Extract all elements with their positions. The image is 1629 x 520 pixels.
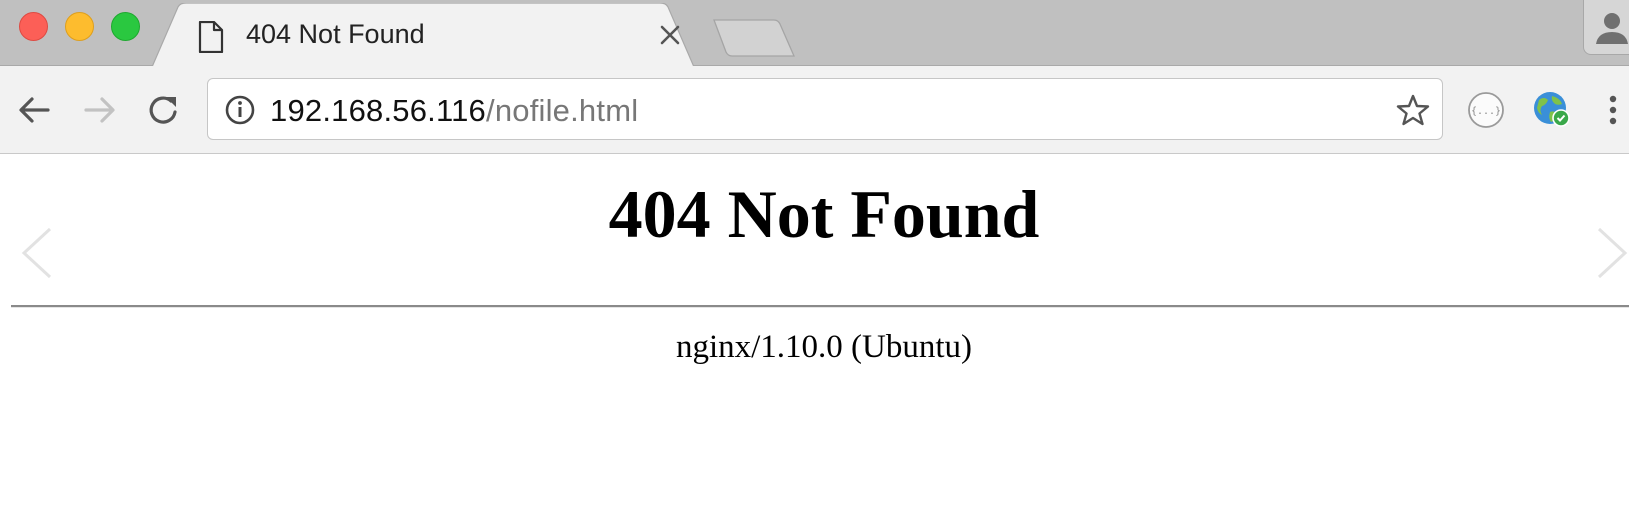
tab-strip: 404 Not Found [0,0,1629,67]
profile-button[interactable] [1583,0,1629,55]
url-text: 192.168.56.116/nofile.html [270,93,638,129]
tab-title: 404 Not Found [246,19,425,49]
info-icon[interactable] [224,94,256,126]
svg-text:{...}: {...} [1471,106,1501,117]
forward-arrow-icon[interactable] [80,90,120,130]
toolbar: 192.168.56.116/nofile.html {...} [0,66,1629,154]
page-content: 404 Not Found nginx/1.10.0 (Ubuntu) [0,155,1629,520]
back-arrow-icon[interactable] [14,90,54,130]
url-host: 192.168.56.116 [270,93,486,128]
new-tab-button[interactable] [712,18,796,58]
reload-icon[interactable] [144,90,184,130]
globe-extension-icon[interactable] [1530,88,1574,132]
tab-active[interactable]: 404 Not Found [152,3,717,67]
person-icon [1596,13,1628,44]
close-icon[interactable] [656,21,684,49]
star-icon[interactable] [1396,93,1430,127]
window-close-button[interactable] [19,12,48,41]
menu-icon[interactable] [1603,90,1623,130]
json-extension-icon[interactable]: {...} [1466,90,1506,130]
page-heading: 404 Not Found [608,176,1040,252]
horizontal-rule [11,305,1629,308]
window-minimize-button[interactable] [65,12,94,41]
address-bar[interactable]: 192.168.56.116/nofile.html [207,78,1443,140]
server-signature: nginx/1.10.0 (Ubuntu) [675,329,973,365]
url-path: /nofile.html [486,93,639,128]
chevron-right-icon [1595,225,1629,281]
document-icon [198,20,224,54]
window-zoom-button[interactable] [111,12,140,41]
